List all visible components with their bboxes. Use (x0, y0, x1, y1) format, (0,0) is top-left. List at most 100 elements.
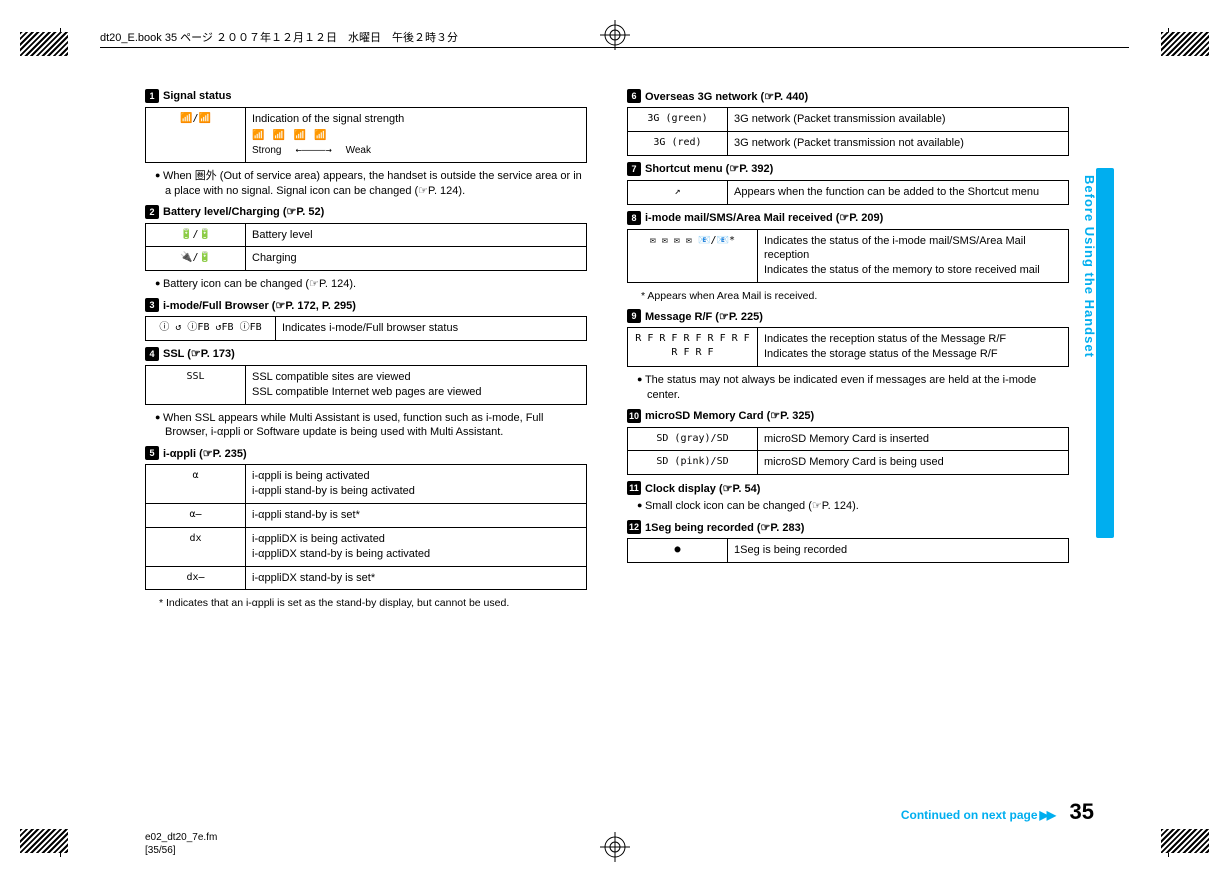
left-column: 1 Signal status 📶/📶 Indication of the si… (145, 85, 587, 617)
section-3-title: 3 i-mode/Full Browser (☞P. 172, P. 295) (145, 298, 587, 312)
section-8-title-text: i-mode mail/SMS/Area Mail received (☞P. … (645, 211, 883, 224)
iappli-r3-i: dx (146, 527, 246, 566)
table-signal-status: 📶/📶 Indication of the signal strength 📶 … (145, 107, 587, 163)
signal-strong-label: Strong (252, 144, 281, 158)
signal-arrow-icon: ←――――→ (295, 144, 331, 158)
section-1-title: 1 Signal status (145, 89, 587, 103)
mail-desc: Indicates the status of the i-mode mail/… (758, 229, 1069, 283)
sd-pink-desc: microSD Memory Card is being used (758, 451, 1069, 475)
table-1seg: ●1Seg is being recorded (627, 538, 1069, 563)
charging-desc: Charging (246, 247, 587, 271)
ssl-icon: SSL (146, 365, 246, 404)
mail-icons: ✉ ✉ ✉ ✉ 📧/📧* (628, 229, 758, 283)
iappli-r1-d: i-αppli is being activated i-αppli stand… (246, 465, 587, 504)
section-5-title-text: i-αppli (☞P. 235) (163, 447, 247, 460)
charging-icons: 🔌/🔋 (146, 247, 246, 271)
msg-rf-icons: R F R F R F R F R F R F R F (628, 328, 758, 367)
badge-6: 6 (627, 89, 641, 103)
registration-hatch-bl (20, 829, 68, 853)
mail-footnote: * Appears when Area Mail is received. (641, 289, 1069, 303)
section-9-title: 9 Message R/F (☞P. 225) (627, 309, 1069, 323)
badge-5: 5 (145, 446, 159, 460)
crop-mark-tl (40, 28, 80, 68)
registration-hatch-tr (1161, 32, 1209, 56)
1seg-desc: 1Seg is being recorded (728, 539, 1069, 563)
ssl-desc: SSL compatible sites are viewed SSL comp… (246, 365, 587, 404)
footer-line2: [35/56] (145, 844, 217, 857)
registration-hatch-tl (20, 32, 68, 56)
section-6-title: 6 Overseas 3G network (☞P. 440) (627, 89, 1069, 103)
registration-hatch-br (1161, 829, 1209, 853)
badge-12: 12 (627, 520, 641, 534)
side-tab-text: Before Using the Handset (1082, 175, 1097, 358)
page-number: 35 (1070, 799, 1094, 825)
table-battery: 🔋/🔋Battery level 🔌/🔋Charging (145, 223, 587, 272)
badge-10: 10 (627, 409, 641, 423)
iappli-r1-i: α (146, 465, 246, 504)
signal-weak-label: Weak (346, 144, 371, 158)
section-2-title: 2 Battery level/Charging (☞P. 52) (145, 205, 587, 219)
msg-rf-desc: Indicates the reception status of the Me… (758, 328, 1069, 367)
iappli-r4-d: i-αppliDX stand-by is set* (246, 566, 587, 590)
1seg-icon: ● (628, 539, 728, 563)
badge-1: 1 (145, 89, 159, 103)
badge-8: 8 (627, 211, 641, 225)
running-header-text: dt20_E.book 35 ページ ２００７年１２月１２日 水曜日 午後２時３… (100, 29, 458, 45)
table-shortcut: ↗Appears when the function can be added … (627, 180, 1069, 205)
section-8-title: 8 i-mode mail/SMS/Area Mail received (☞P… (627, 211, 1069, 225)
section-9-title-text: Message R/F (☞P. 225) (645, 310, 763, 323)
imode-icons: ⓘ ↺ ⓘFB ↺FB ⓘFB (146, 317, 276, 341)
3g-green-desc: 3G network (Packet transmission availabl… (728, 108, 1069, 132)
iappli-r4-i: dx̶ (146, 566, 246, 590)
page-content: 1 Signal status 📶/📶 Indication of the si… (145, 85, 1069, 617)
right-column: 6 Overseas 3G network (☞P. 440) 3G (gree… (627, 85, 1069, 617)
table-message-rf: R F R F R F R F R F R F R FIndicates the… (627, 327, 1069, 367)
sd-gray-desc: microSD Memory Card is inserted (758, 427, 1069, 451)
iappli-r2-i: α̶ (146, 503, 246, 527)
iappli-footnote: * Indicates that an i-αppli is set as th… (159, 596, 587, 610)
shortcut-icon: ↗ (628, 180, 728, 204)
section-7-title-text: Shortcut menu (☞P. 392) (645, 162, 773, 175)
crop-mark-br (1149, 817, 1189, 857)
sd-gray-icon: SD (gray)/SD (628, 427, 758, 451)
signal-desc: Indication of the signal strength 📶 📶 📶 … (246, 108, 587, 163)
footer-line1: e02_dt20_7e.fm (145, 831, 217, 844)
badge-3: 3 (145, 298, 159, 312)
section-2-title-text: Battery level/Charging (☞P. 52) (163, 205, 324, 218)
side-tab (1096, 168, 1114, 538)
section-11-title: 11 Clock display (☞P. 54) (627, 481, 1069, 495)
table-microsd: SD (gray)/SDmicroSD Memory Card is inser… (627, 427, 1069, 476)
badge-4: 4 (145, 347, 159, 361)
clock-note: Small clock icon can be changed (☞P. 124… (637, 499, 1069, 514)
continued-label: Continued on next page▶▶ (901, 808, 1054, 822)
signal-strength-scale: 📶 📶 📶 📶 (252, 129, 580, 143)
section-7-title: 7 Shortcut menu (☞P. 392) (627, 162, 1069, 176)
table-iappli: αi-αppli is being activated i-αppli stan… (145, 464, 587, 590)
3g-red-desc: 3G network (Packet transmission not avai… (728, 131, 1069, 155)
signal-desc-line1: Indication of the signal strength (252, 112, 580, 127)
section-12-title: 12 1Seg being recorded (☞P. 283) (627, 520, 1069, 534)
section-11-title-text: Clock display (☞P. 54) (645, 482, 760, 495)
signal-note: When 圏外 (Out of service area) appears, t… (155, 169, 587, 199)
registration-target-bottom (600, 832, 630, 865)
section-12-title-text: 1Seg being recorded (☞P. 283) (645, 521, 804, 534)
table-ssl: SSLSSL compatible sites are viewed SSL c… (145, 365, 587, 405)
signal-bars-icons: 📶 📶 📶 📶 (252, 129, 327, 143)
msg-rf-note: The status may not always be indicated e… (637, 373, 1069, 403)
iappli-r2-d: i-αppli stand-by is set* (246, 503, 587, 527)
running-header: dt20_E.book 35 ページ ２００７年１２月１２日 水曜日 午後２時３… (100, 28, 1129, 48)
sd-pink-icon: SD (pink)/SD (628, 451, 758, 475)
badge-11: 11 (627, 481, 641, 495)
table-mail: ✉ ✉ ✉ ✉ 📧/📧*Indicates the status of the … (627, 229, 1069, 284)
section-1-title-text: Signal status (163, 90, 231, 102)
battery-note: Battery icon can be changed (☞P. 124). (155, 277, 587, 292)
ssl-note: When SSL appears while Multi Assistant i… (155, 411, 587, 441)
badge-9: 9 (627, 309, 641, 323)
section-10-title: 10 microSD Memory Card (☞P. 325) (627, 409, 1069, 423)
section-5-title: 5 i-αppli (☞P. 235) (145, 446, 587, 460)
3g-green-icon: 3G (green) (628, 108, 728, 132)
footer: e02_dt20_7e.fm [35/56] (145, 831, 217, 857)
badge-7: 7 (627, 162, 641, 176)
signal-strength-labels: Strong ←――――→ Weak (252, 144, 580, 158)
shortcut-desc: Appears when the function can be added t… (728, 180, 1069, 204)
